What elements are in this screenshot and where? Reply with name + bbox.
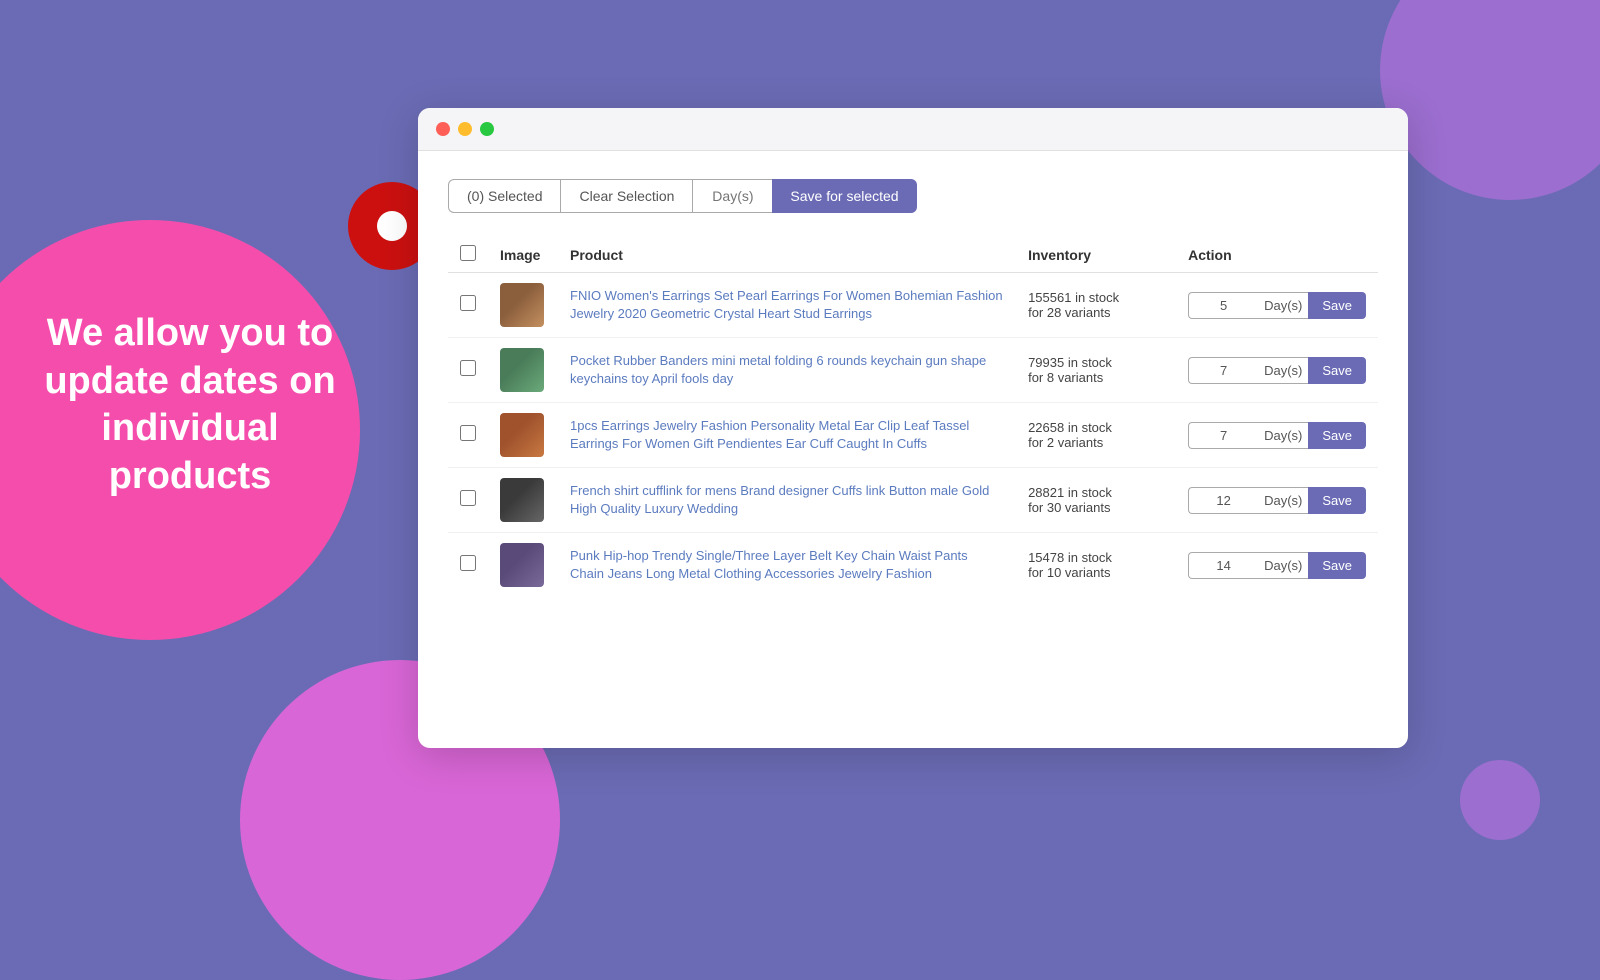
clear-selection-button[interactable]: Clear Selection [560,179,692,213]
row-product-cell: FNIO Women's Earrings Set Pearl Earrings… [558,273,1016,338]
decorative-circle-purple-top-right [1380,0,1600,200]
row-checkbox-cell [448,468,488,533]
inventory-count-3: 22658 in stock [1028,420,1164,435]
action-wrapper-5: Day(s) Save [1188,552,1366,579]
row-checkbox-cell [448,338,488,403]
row-product-cell: Pocket Rubber Banders mini metal folding… [558,338,1016,403]
action-wrapper-2: Day(s) Save [1188,357,1366,384]
row-action-cell: Day(s) Save [1176,273,1378,338]
days-label-5: Day(s) [1258,552,1308,579]
row-checkbox-cell [448,273,488,338]
days-label-4: Day(s) [1258,487,1308,514]
save-button-1[interactable]: Save [1308,292,1366,319]
browser-titlebar [418,108,1408,151]
th-product: Product [558,237,1016,273]
inventory-variants-5: for 10 variants [1028,565,1164,580]
row-action-cell: Day(s) Save [1176,533,1378,598]
row-product-cell: Punk Hip-hop Trendy Single/Three Layer B… [558,533,1016,598]
inventory-count-4: 28821 in stock [1028,485,1164,500]
row-image-cell [488,403,558,468]
row-checkbox-cell [448,533,488,598]
days-label-1: Day(s) [1258,292,1308,319]
row-inventory-cell: 155561 in stock for 28 variants [1016,273,1176,338]
th-image: Image [488,237,558,273]
titlebar-minimize-button[interactable] [458,122,472,136]
product-image-2 [500,348,544,392]
recording-indicator-inner [377,211,407,241]
table-row: Punk Hip-hop Trendy Single/Three Layer B… [448,533,1378,598]
row-checkbox-2[interactable] [460,360,476,376]
days-input-5[interactable] [1188,552,1258,579]
titlebar-close-button[interactable] [436,122,450,136]
row-inventory-cell: 79935 in stock for 8 variants [1016,338,1176,403]
days-label-2: Day(s) [1258,357,1308,384]
action-wrapper-4: Day(s) Save [1188,487,1366,514]
row-action-cell: Day(s) Save [1176,468,1378,533]
row-inventory-cell: 28821 in stock for 30 variants [1016,468,1176,533]
product-image-4 [500,478,544,522]
inventory-variants-1: for 28 variants [1028,305,1164,320]
product-table: Image Product Inventory Action FNIO Wome… [448,237,1378,597]
hero-text: We allow you to update dates on individu… [20,310,360,500]
action-wrapper-3: Day(s) Save [1188,422,1366,449]
row-checkbox-3[interactable] [460,425,476,441]
toolbar: (0) Selected Clear Selection Save for se… [448,179,1378,213]
inventory-variants-3: for 2 variants [1028,435,1164,450]
table-row: 1pcs Earrings Jewelry Fashion Personalit… [448,403,1378,468]
browser-content: (0) Selected Clear Selection Save for se… [418,151,1408,617]
days-input-1[interactable] [1188,292,1258,319]
row-checkbox-cell [448,403,488,468]
select-all-checkbox[interactable] [460,245,476,261]
row-action-cell: Day(s) Save [1176,338,1378,403]
selected-count-button[interactable]: (0) Selected [448,179,560,213]
days-label-3: Day(s) [1258,422,1308,449]
save-button-2[interactable]: Save [1308,357,1366,384]
product-image-1 [500,283,544,327]
decorative-circle-purple-bottom-right [1460,760,1540,840]
table-row: French shirt cufflink for mens Brand des… [448,468,1378,533]
product-link-3[interactable]: 1pcs Earrings Jewelry Fashion Personalit… [570,418,969,451]
inventory-variants-2: for 8 variants [1028,370,1164,385]
row-checkbox-5[interactable] [460,555,476,571]
row-action-cell: Day(s) Save [1176,403,1378,468]
product-link-5[interactable]: Punk Hip-hop Trendy Single/Three Layer B… [570,548,968,581]
action-wrapper-1: Day(s) Save [1188,292,1366,319]
inventory-count-5: 15478 in stock [1028,550,1164,565]
days-input-4[interactable] [1188,487,1258,514]
save-button-3[interactable]: Save [1308,422,1366,449]
row-checkbox-4[interactable] [460,490,476,506]
bulk-days-input[interactable] [692,179,772,213]
product-image-5 [500,543,544,587]
days-input-2[interactable] [1188,357,1258,384]
row-image-cell [488,468,558,533]
inventory-count-2: 79935 in stock [1028,355,1164,370]
row-product-cell: 1pcs Earrings Jewelry Fashion Personalit… [558,403,1016,468]
product-image-3 [500,413,544,457]
product-link-4[interactable]: French shirt cufflink for mens Brand des… [570,483,989,516]
th-inventory: Inventory [1016,237,1176,273]
row-image-cell [488,533,558,598]
th-action: Action [1176,237,1378,273]
row-checkbox-1[interactable] [460,295,476,311]
titlebar-maximize-button[interactable] [480,122,494,136]
row-product-cell: French shirt cufflink for mens Brand des… [558,468,1016,533]
days-input-3[interactable] [1188,422,1258,449]
inventory-count-1: 155561 in stock [1028,290,1164,305]
row-inventory-cell: 15478 in stock for 10 variants [1016,533,1176,598]
th-checkbox [448,237,488,273]
table-header-row: Image Product Inventory Action [448,237,1378,273]
row-image-cell [488,273,558,338]
product-link-1[interactable]: FNIO Women's Earrings Set Pearl Earrings… [570,288,1003,321]
save-button-5[interactable]: Save [1308,552,1366,579]
product-link-2[interactable]: Pocket Rubber Banders mini metal folding… [570,353,986,386]
row-image-cell [488,338,558,403]
table-row: FNIO Women's Earrings Set Pearl Earrings… [448,273,1378,338]
table-row: Pocket Rubber Banders mini metal folding… [448,338,1378,403]
save-for-selected-button[interactable]: Save for selected [772,179,916,213]
row-inventory-cell: 22658 in stock for 2 variants [1016,403,1176,468]
inventory-variants-4: for 30 variants [1028,500,1164,515]
save-button-4[interactable]: Save [1308,487,1366,514]
browser-window: (0) Selected Clear Selection Save for se… [418,108,1408,748]
